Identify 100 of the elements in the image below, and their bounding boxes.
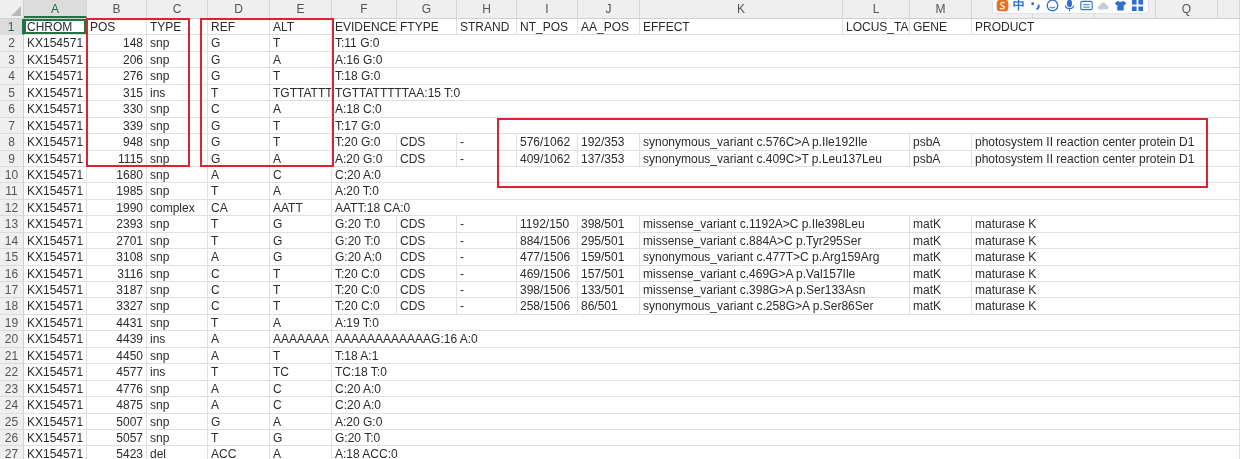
table-cell: 1115 bbox=[87, 150, 147, 167]
table-cell: T:20 C:0 bbox=[332, 265, 397, 282]
table-cell: psbA bbox=[910, 150, 972, 167]
table-cell: T bbox=[208, 364, 270, 381]
table-cell: FTYPE bbox=[397, 19, 457, 36]
table-cell: 192/353 bbox=[578, 134, 640, 151]
column-header[interactable]: Q bbox=[1156, 0, 1218, 18]
table-cell: EFFECT bbox=[640, 19, 843, 36]
column-header[interactable]: F bbox=[332, 0, 397, 18]
table-cell: 295/501 bbox=[578, 232, 640, 250]
table-cell: matK bbox=[910, 298, 972, 315]
table-cell: KX154571 bbox=[24, 314, 87, 332]
table-cell: KX154571 bbox=[24, 199, 87, 217]
table-cell: A bbox=[270, 413, 332, 430]
table-cell: - bbox=[457, 216, 517, 233]
table-cell: snp bbox=[147, 166, 208, 184]
column-header[interactable]: I bbox=[517, 0, 578, 18]
row-header[interactable]: 20 bbox=[0, 331, 24, 348]
table-cell: A:18 C:0 bbox=[332, 101, 1240, 118]
table-cell: snp bbox=[147, 117, 208, 135]
table-cell: 477/1506 bbox=[517, 249, 578, 266]
table-cell: 148 bbox=[87, 35, 147, 52]
table-cell: ins bbox=[147, 84, 208, 102]
row-header[interactable]: 6 bbox=[0, 101, 24, 118]
table-cell: 3116 bbox=[87, 265, 147, 282]
table-cell: A:18 ACC:0 bbox=[332, 446, 1240, 459]
row-header[interactable]: 24 bbox=[0, 397, 24, 414]
table-cell: 4439 bbox=[87, 331, 147, 348]
row-header[interactable]: 15 bbox=[0, 249, 24, 266]
table-cell: snp bbox=[147, 347, 208, 365]
shirt-icon[interactable] bbox=[1114, 0, 1127, 12]
column-header[interactable]: J bbox=[578, 0, 640, 18]
table-cell: snp bbox=[147, 298, 208, 315]
column-header[interactable]: G bbox=[397, 0, 457, 18]
table-cell: G bbox=[270, 249, 332, 266]
table-cell: 4875 bbox=[87, 397, 147, 414]
table-cell: T bbox=[270, 134, 332, 151]
column-header[interactable]: C bbox=[147, 0, 208, 18]
column-header[interactable]: D bbox=[208, 0, 270, 18]
row-header[interactable]: 1 bbox=[0, 19, 24, 36]
row-header[interactable]: 2 bbox=[0, 35, 24, 52]
table-cell: G:20 A:0 bbox=[332, 249, 397, 266]
table-cell: C bbox=[270, 166, 332, 184]
table-cell: C bbox=[208, 101, 270, 118]
column-header[interactable]: A bbox=[24, 0, 87, 18]
table-cell: - bbox=[457, 265, 517, 282]
table-cell: T:20 C:0 bbox=[332, 282, 397, 299]
column-header[interactable]: E bbox=[270, 0, 332, 18]
table-cell: maturase K bbox=[972, 265, 1240, 282]
table-cell: KX154571 bbox=[24, 282, 87, 299]
table-cell: 3187 bbox=[87, 282, 147, 299]
table-cell: photosystem II reaction center protein D1 bbox=[972, 150, 1240, 167]
logo-icon[interactable] bbox=[996, 0, 1009, 12]
table-cell: CDS bbox=[397, 216, 457, 233]
table-cell: LOCUS_TA bbox=[843, 19, 910, 36]
table-cell: matK bbox=[910, 249, 972, 266]
table-cell: 576/1062 bbox=[517, 134, 578, 151]
table-cell: 2393 bbox=[87, 216, 147, 233]
table-cell: AATT:18 CA:0 bbox=[332, 199, 1240, 217]
table-cell: matK bbox=[910, 216, 972, 233]
column-header[interactable]: L bbox=[843, 0, 910, 18]
table-cell: T:11 G:0 bbox=[332, 35, 1240, 52]
row-header[interactable]: 18 bbox=[0, 298, 24, 315]
table-cell: snp bbox=[147, 150, 208, 167]
table-cell: - bbox=[457, 298, 517, 315]
table-cell: snp bbox=[147, 282, 208, 299]
table-cell: T:18 A:1 bbox=[332, 347, 1240, 365]
row-header[interactable]: 13 bbox=[0, 216, 24, 233]
table-cell: A bbox=[270, 101, 332, 118]
table-cell: 159/501 bbox=[578, 249, 640, 266]
table-cell: KX154571 bbox=[24, 265, 87, 282]
table-cell: snp bbox=[147, 68, 208, 85]
table-cell: A bbox=[270, 150, 332, 167]
row-header[interactable]: 8 bbox=[0, 134, 24, 151]
punctuation-icon[interactable] bbox=[1029, 0, 1042, 12]
table-cell: maturase K bbox=[972, 216, 1240, 233]
table-cell: 1990 bbox=[87, 199, 147, 217]
row-header[interactable]: 17 bbox=[0, 282, 24, 299]
table-cell: A bbox=[208, 380, 270, 398]
table-cell: - bbox=[457, 249, 517, 266]
apps-icon[interactable] bbox=[1131, 0, 1144, 12]
table-cell: TGTTATTTTTAA:15 T:0 bbox=[332, 84, 1240, 102]
column-header[interactable]: M bbox=[910, 0, 972, 18]
row-header[interactable]: 22 bbox=[0, 364, 24, 381]
table-cell: - bbox=[457, 134, 517, 151]
smiley-icon[interactable] bbox=[1046, 0, 1059, 12]
table-cell: KX154571 bbox=[24, 183, 87, 200]
column-header[interactable]: H bbox=[457, 0, 517, 18]
column-header[interactable]: K bbox=[640, 0, 843, 18]
table-cell: T:20 C:0 bbox=[332, 298, 397, 315]
table-cell: snp bbox=[147, 51, 208, 69]
row-header[interactable]: 4 bbox=[0, 68, 24, 85]
microphone-icon[interactable] bbox=[1063, 0, 1076, 12]
table-cell: 258/1506 bbox=[517, 298, 578, 315]
row-header[interactable]: 27 bbox=[0, 446, 24, 459]
column-header[interactable]: B bbox=[87, 0, 147, 18]
table-cell: KX154571 bbox=[24, 117, 87, 135]
table-cell: complex bbox=[147, 199, 208, 217]
row-header[interactable]: 11 bbox=[0, 183, 24, 200]
keyboard-icon[interactable] bbox=[1080, 0, 1093, 12]
